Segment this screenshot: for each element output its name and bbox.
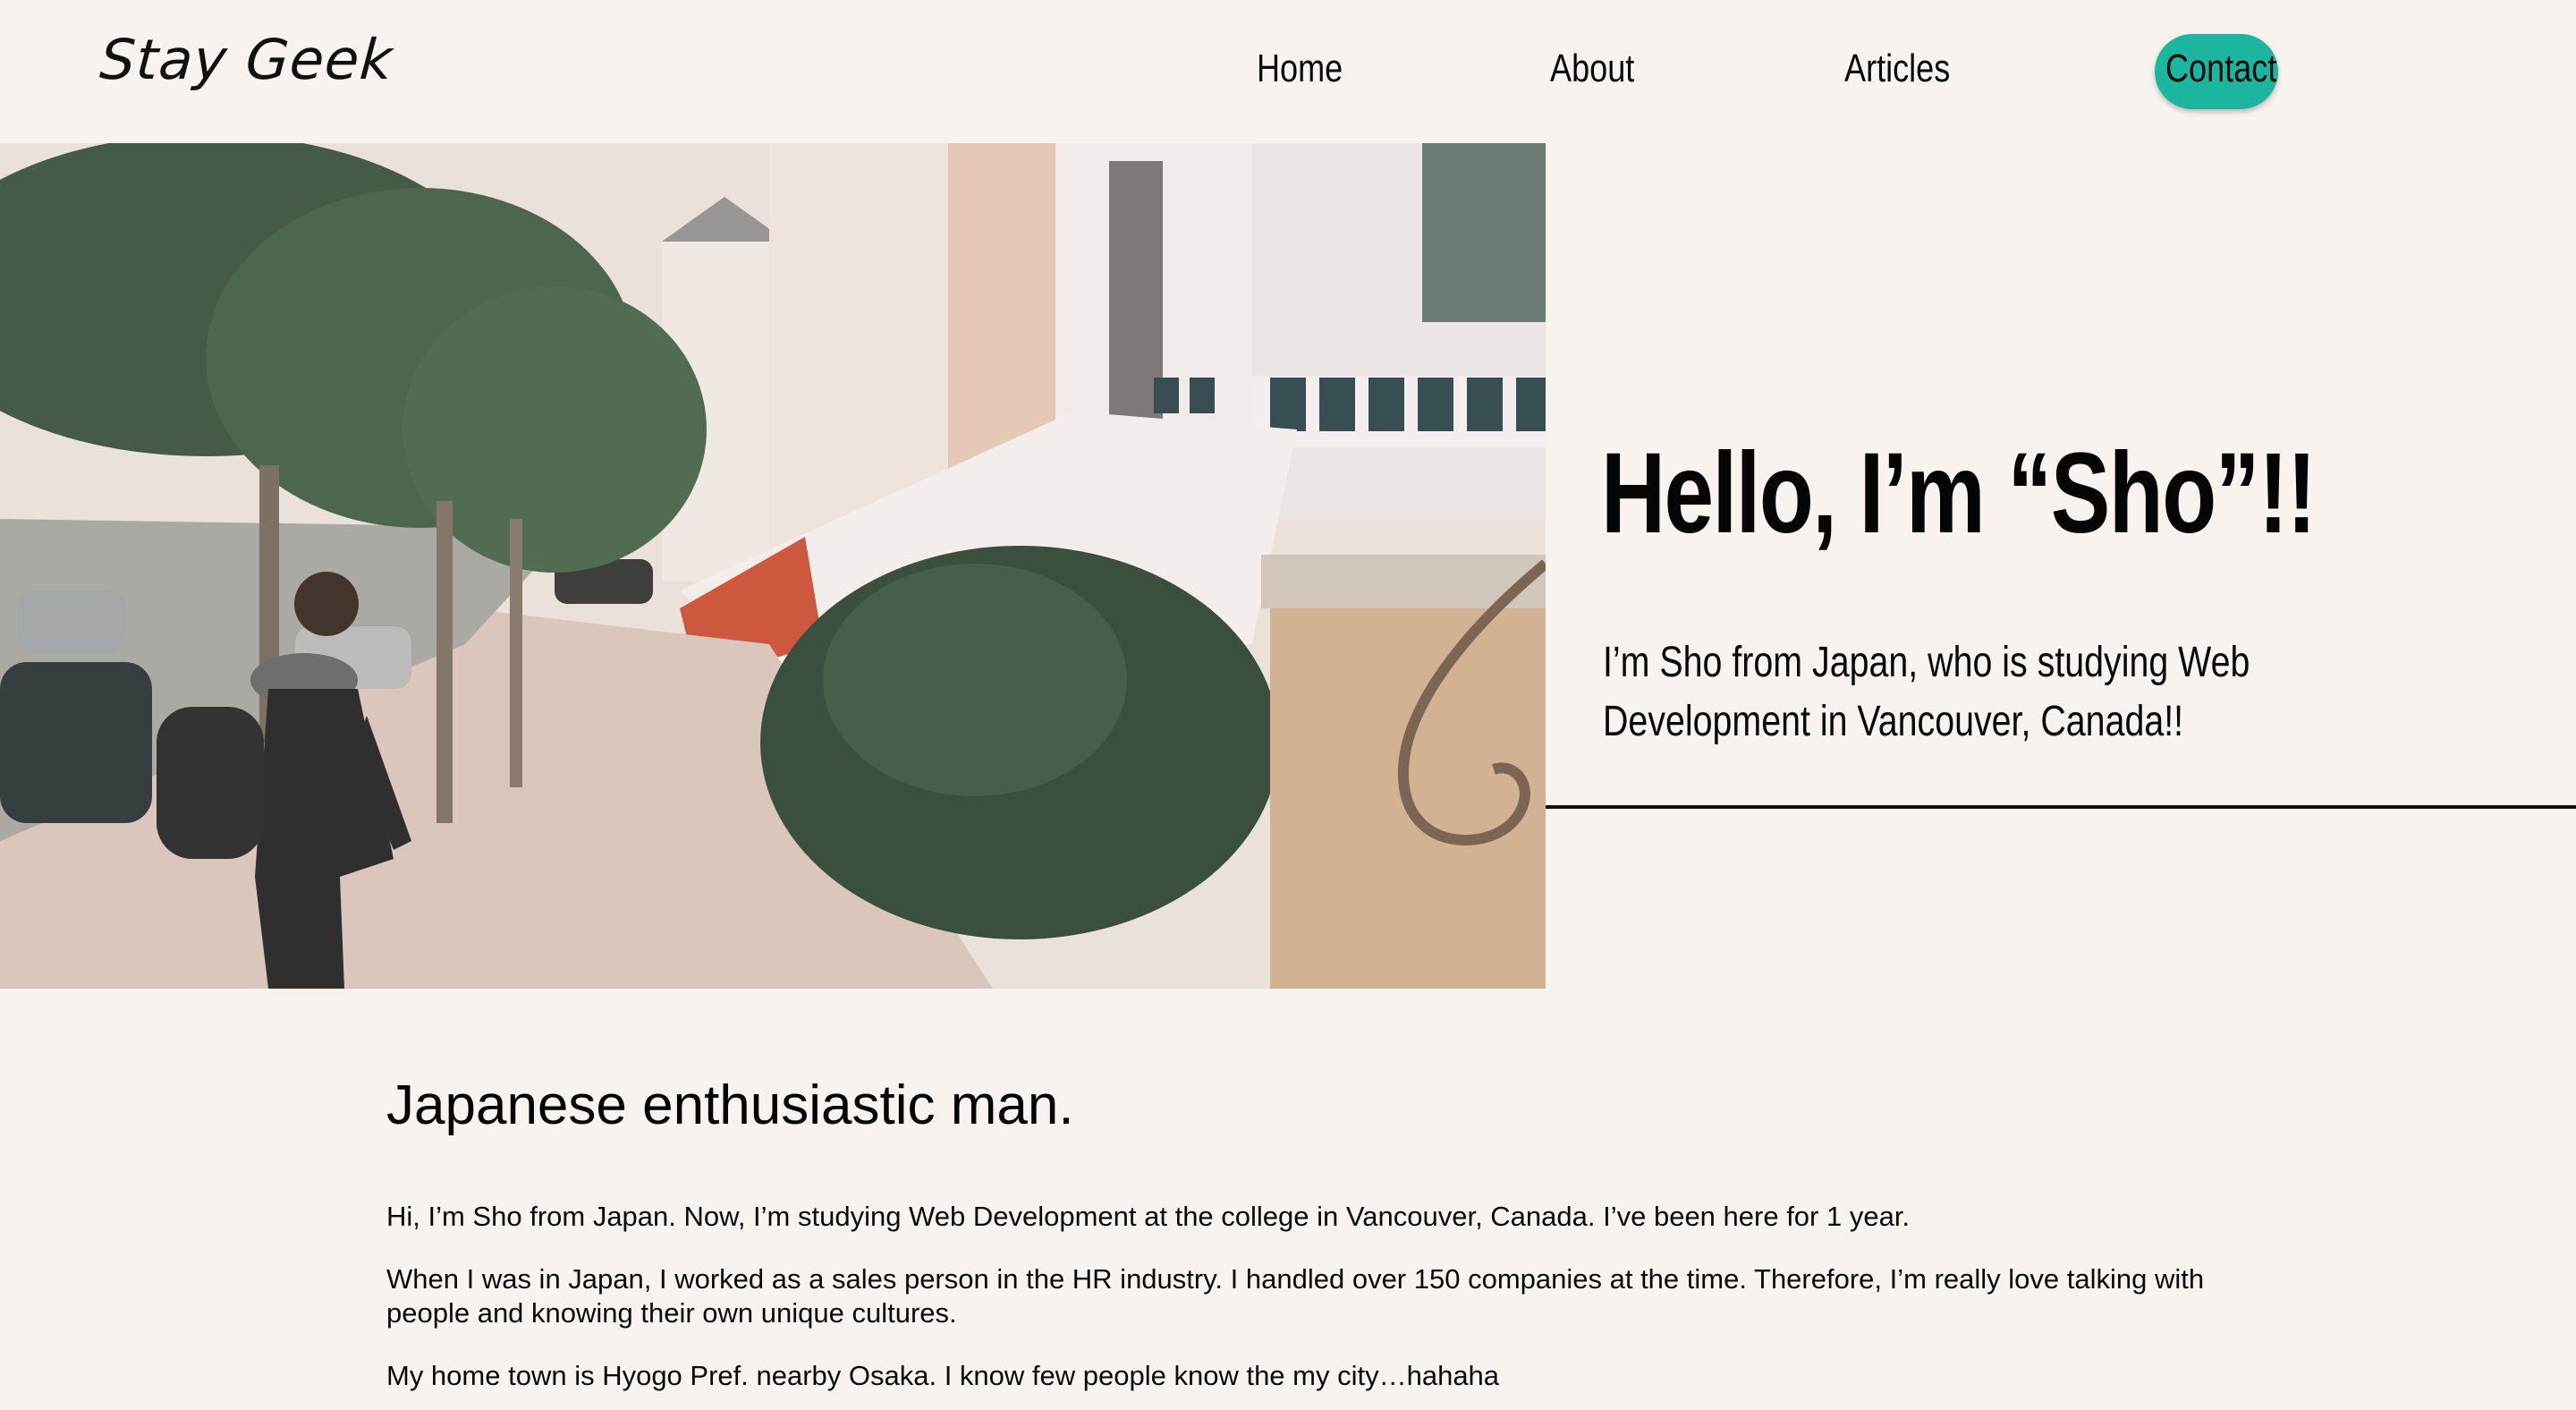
nav-articles-link[interactable]: Articles [1844, 47, 1950, 91]
photo-tint [0, 143, 1546, 989]
hero-title: Hello, I’m “Sho”!! [1601, 429, 2317, 557]
street-scene-image [0, 143, 1546, 989]
nav-about-link[interactable]: About [1550, 47, 1634, 91]
hero-subtitle: I’m Sho from Japan, who is studying Web … [1603, 639, 2250, 745]
article-heading: Japanese enthusiastic man. [386, 1074, 1074, 1136]
nav-home-link[interactable]: Home [1257, 47, 1343, 91]
nav-contact-label: Contact [2165, 47, 2277, 90]
nav-contact-button[interactable]: Contact [2155, 34, 2278, 109]
site-header: Stay Geek Home About Articles Contact [0, 0, 2576, 143]
site-logo[interactable]: Stay Geek [97, 27, 394, 92]
article-paragraph: My home town is Hyogo Pref. nearby Osaka… [386, 1360, 1500, 1391]
hero-divider [1546, 805, 2576, 809]
article-paragraph: Hi, I’m Sho from Japan. Now, I’m studyin… [386, 1201, 1911, 1232]
article-paragraph: When I was in Japan, I worked as a sales… [386, 1263, 2205, 1329]
hero-photo [0, 143, 1546, 989]
